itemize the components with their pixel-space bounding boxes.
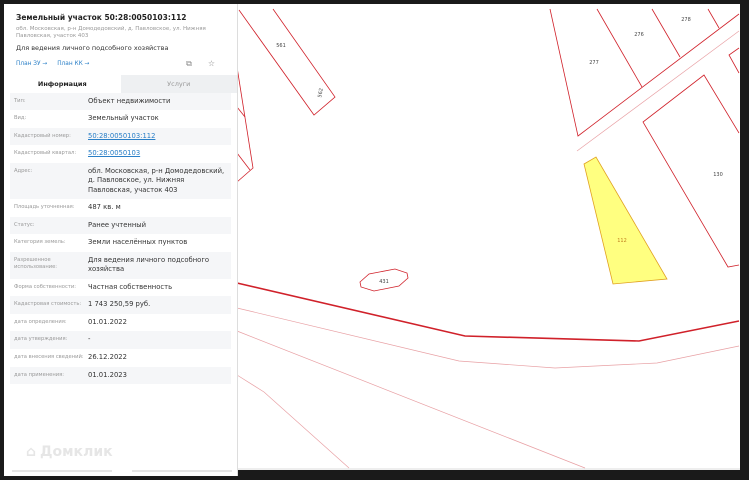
info-row: Адрес: обл. Московская, р-н Домодедовский… [10,162,231,200]
object-purpose: Для ведения личного подсобного хозяйства [16,43,169,52]
row-value: Частная собственность [88,282,173,291]
label-130: 130 [713,172,723,178]
info-row: Категория земель: Земли населённых пункто… [10,234,231,252]
row-value: 1 743 250,59 руб. [88,300,151,309]
info-row: Статус: Ранее учтенный [10,216,231,235]
row-value[interactable]: 50:28:0050103:112 [88,132,227,142]
row-value: 01.01.2022 [88,317,127,326]
logo-text: Домклик [40,444,113,460]
info-row: Кадастровая стоимость: 1 743 250,59 руб. [10,296,231,314]
info-table: Тип: Объект недвижимости Вид: Земельный уча… [4,92,237,385]
row-value: - [88,335,91,344]
row-label: Кадастровая стоимость: [14,301,82,308]
tab-info[interactable]: Информация [4,74,121,93]
object-info-panel: Земельный участок 50:28:0050103:112 обл.… [4,4,238,476]
label-112: 112 [617,238,627,244]
info-row: Кадастровый квартал: 50:28:0050103 [10,145,231,163]
row-label: Тип: [14,97,26,104]
horizontal-scrollbar[interactable] [12,470,232,472]
row-label: Площадь уточненная: [14,204,75,211]
info-row: дата внесения сведений: 26.12.2022 [10,349,231,367]
info-row: Площадь уточненная: 487 кв. м [10,199,231,217]
row-label: Статус: [14,221,35,228]
label-277: 277 [589,60,599,66]
report-search-icon[interactable]: ⧉ [186,59,192,69]
label-278: 278 [681,17,691,23]
star-icon[interactable]: ☆ [208,59,215,69]
row-value: 26.12.2022 [88,353,127,361]
row-label: дата утверждения: [14,336,68,343]
row-value: Для ведения личного подсобного хозяйства [88,255,210,274]
info-row: Тип: Объект недвижимости [10,92,231,111]
row-label: дата применения: [14,371,64,378]
row-label: Форма собственности: [14,283,76,290]
info-row: дата утверждения: - [10,331,231,349]
info-row: Разрешенное использование: Для ведения ли… [10,251,231,279]
info-row: дата определения: 01.01.2022 [10,314,231,332]
row-label: Вид: [14,115,27,122]
row-label: дата внесения сведений: [14,354,84,360]
row-value: 487 кв. м [88,203,121,212]
row-value: Земельный участок [88,114,159,123]
row-value: обл. Московская, р-н Домодедовский, д. П… [88,166,225,194]
row-value: Земли населённых пунктов [88,238,188,247]
tab-services[interactable]: Услуги [120,74,237,93]
label-561: 561 [276,43,286,49]
label-431: 431 [379,279,389,285]
info-row: Форма собственности: Частная собственност… [10,279,231,297]
row-value[interactable]: 50:28:0050103 [88,149,227,159]
row-value: Ранее учтенный [88,220,147,229]
object-address: обл. Московская, р-н Домодедовский, д. П… [16,26,206,39]
domclick-logo: ⌂ Домклик [26,444,113,460]
plan-zu-link[interactable]: План ЗУ → [16,61,47,67]
row-label: Кадастровый квартал: [14,150,77,157]
row-label: Категория земель: [14,239,66,246]
plan-kk-link[interactable]: План КК → [57,61,89,67]
house-icon: ⌂ [26,444,37,460]
row-value: 01.01.2023 [88,370,127,379]
info-row: дата применения: 01.01.2023 [10,366,231,385]
object-title: Земельный участок 50:28:0050103:112 [16,13,187,22]
info-row: Кадастровый номер: 50:28:0050103:112 [10,127,231,146]
row-label: Кадастровый номер: [14,132,71,139]
row-label: Разрешенное использование: [14,256,58,271]
info-row: Вид: Земельный участок [10,110,231,128]
row-value: Объект недвижимости [88,96,171,105]
label-276: 276 [634,32,644,38]
row-label: Адрес: [14,167,33,174]
row-label: дата определения: [14,318,67,325]
